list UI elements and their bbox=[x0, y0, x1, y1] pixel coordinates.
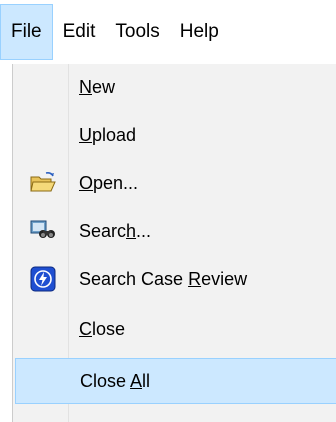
menu-item-label: Upload bbox=[79, 124, 137, 145]
menu-item-new[interactable]: New bbox=[15, 66, 336, 108]
icon-slot bbox=[15, 114, 71, 156]
file-dropdown-menu: New Upload Open... Search... Search Case… bbox=[12, 64, 336, 422]
menu-edit[interactable]: Edit bbox=[53, 4, 106, 60]
menu-item-close-all[interactable]: Close All bbox=[15, 358, 336, 404]
menu-item-label: Open... bbox=[79, 172, 139, 193]
icon-slot bbox=[15, 308, 71, 350]
menu-item-label: Search... bbox=[79, 220, 152, 241]
menu-item-label: New bbox=[79, 76, 116, 97]
icon-slot bbox=[15, 66, 71, 108]
case-review-shield-icon bbox=[15, 258, 71, 300]
menu-item-search-case-review[interactable]: Search Case Review bbox=[15, 258, 336, 300]
menu-file[interactable]: File bbox=[0, 4, 53, 60]
menu-item-open[interactable]: Open... bbox=[15, 162, 336, 204]
menu-tools[interactable]: Tools bbox=[105, 4, 169, 60]
folder-open-icon bbox=[15, 162, 71, 204]
menu-item-label: Search Case Review bbox=[79, 268, 248, 289]
binoculars-search-icon bbox=[15, 210, 71, 252]
menu-item-close[interactable]: Close bbox=[15, 308, 336, 350]
menu-bar: File Edit Tools Help bbox=[0, 0, 336, 64]
menu-item-label: Close bbox=[79, 318, 126, 339]
menu-item-label: Close All bbox=[80, 370, 151, 391]
menu-item-upload[interactable]: Upload bbox=[15, 114, 336, 156]
menu-help[interactable]: Help bbox=[170, 4, 229, 60]
icon-slot bbox=[16, 360, 72, 402]
menu-item-search[interactable]: Search... bbox=[15, 210, 336, 252]
